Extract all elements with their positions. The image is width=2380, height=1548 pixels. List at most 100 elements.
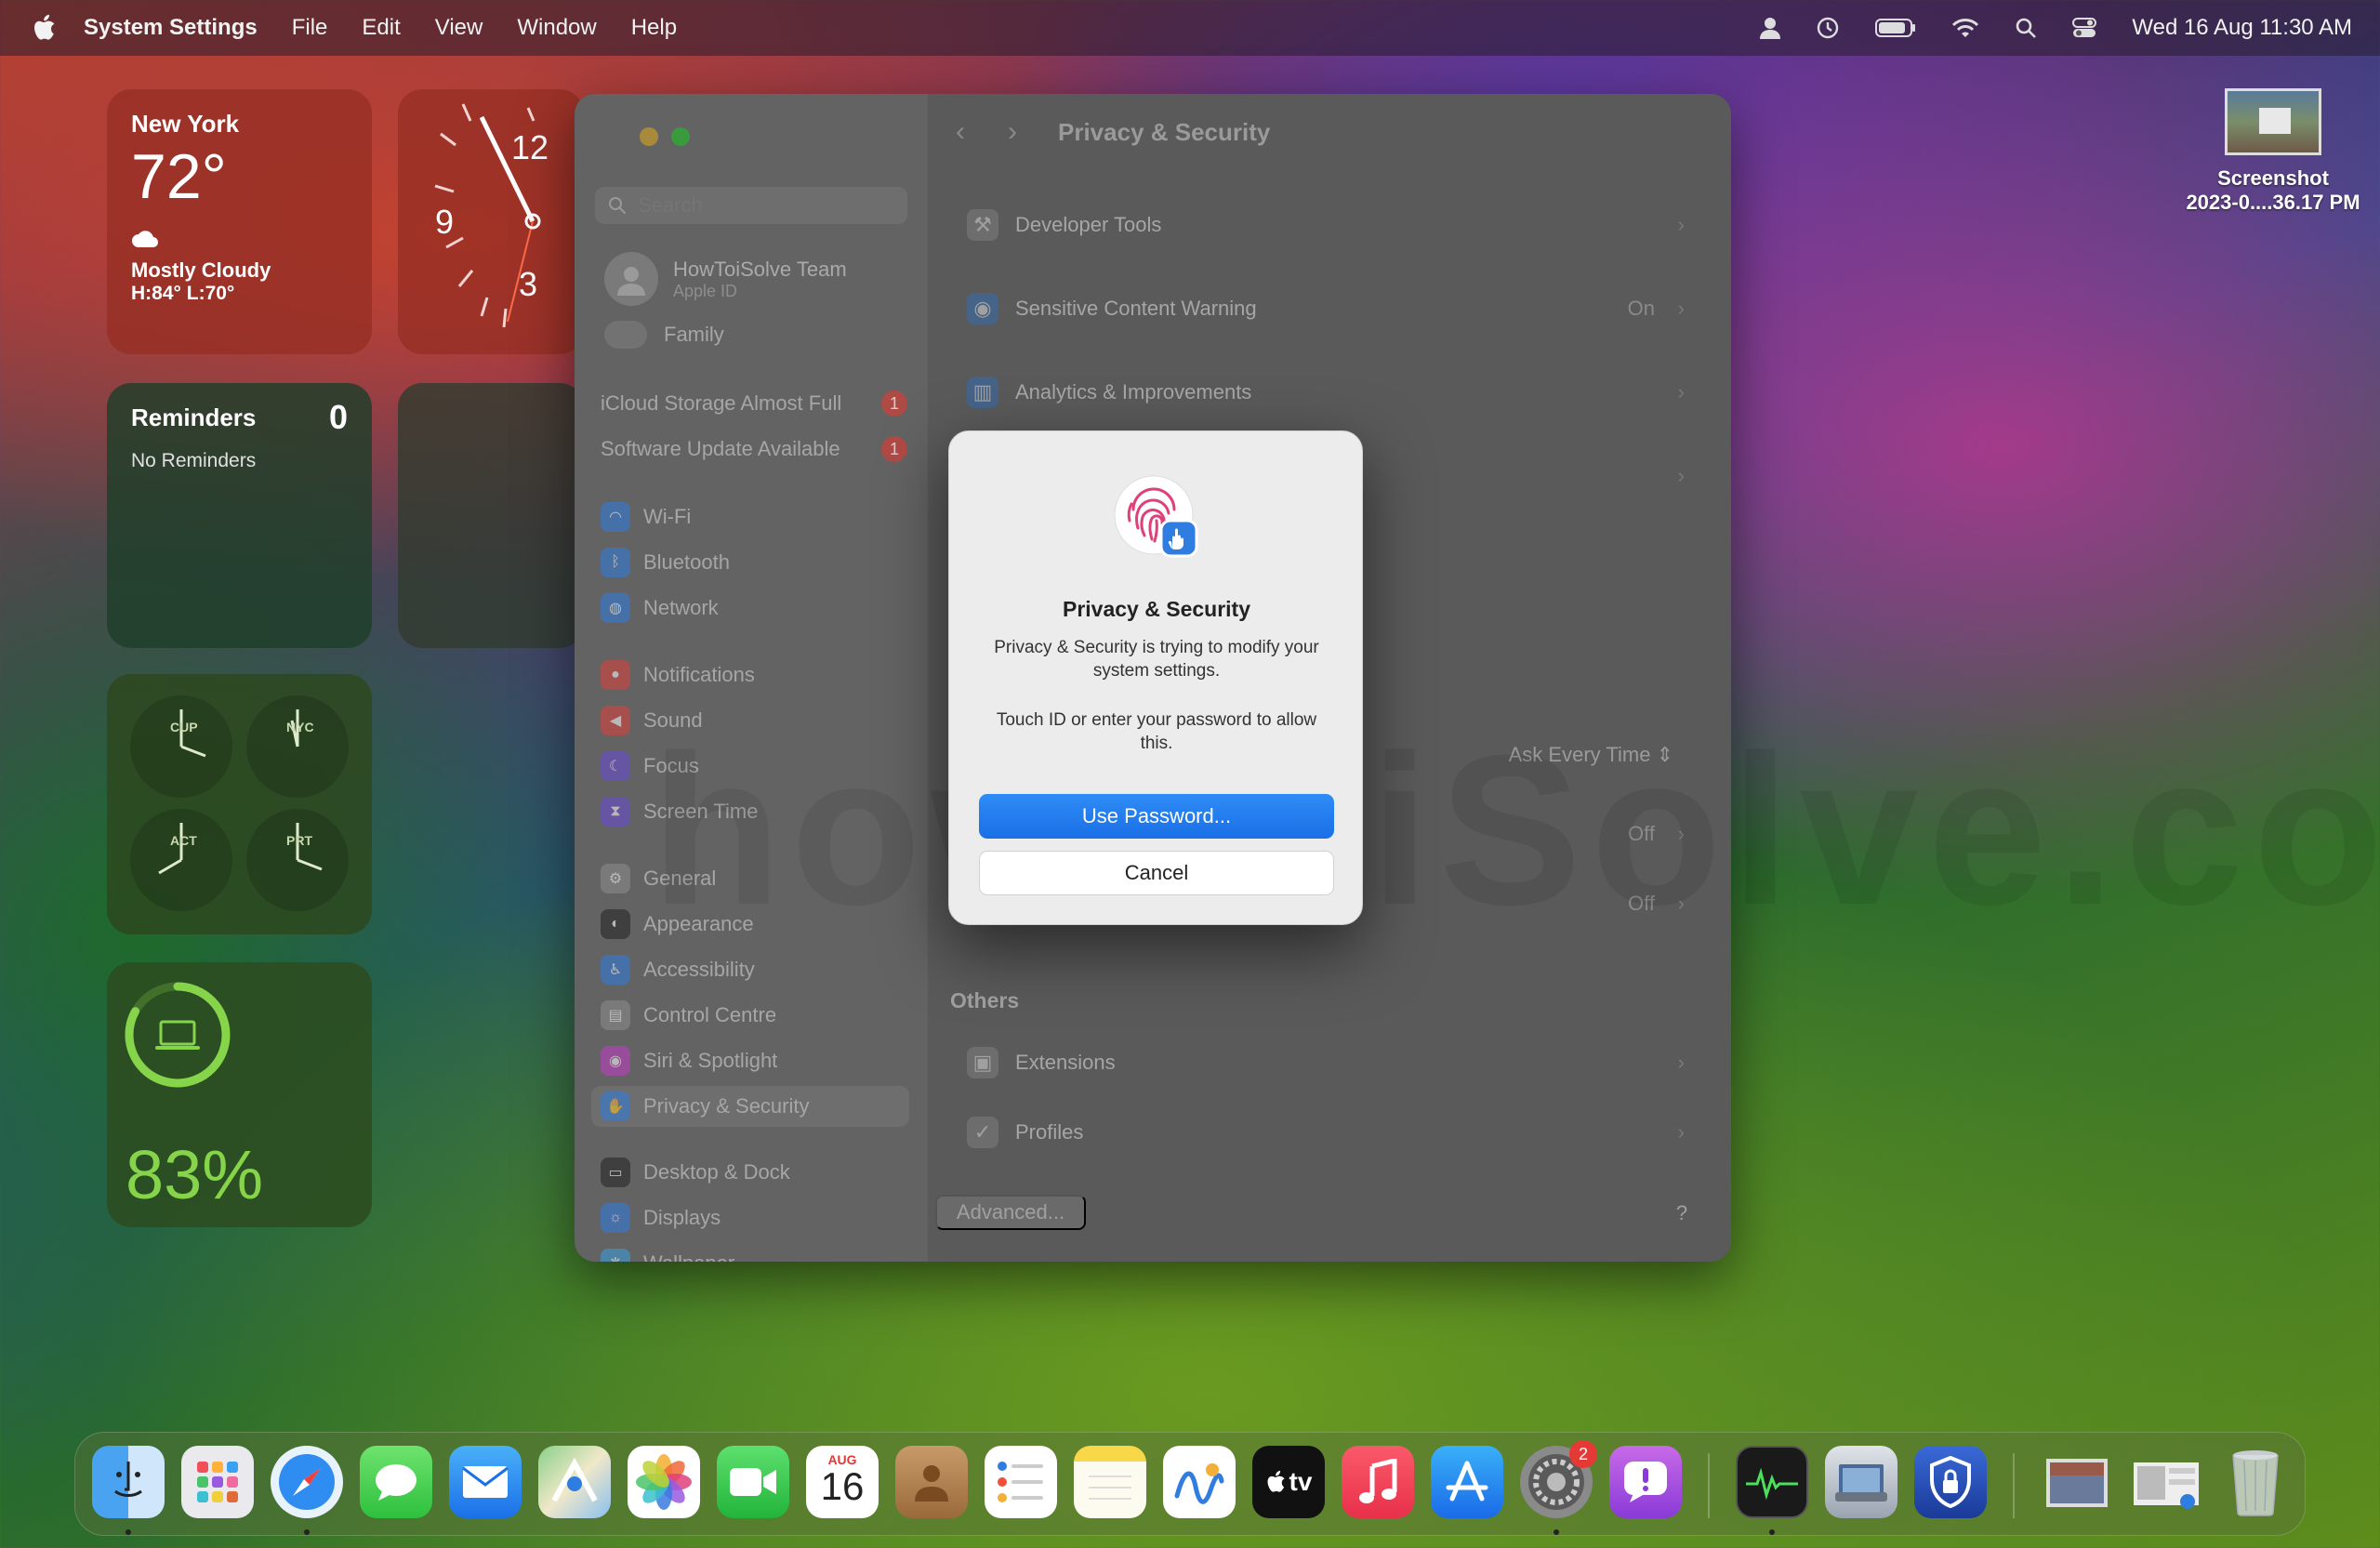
row-developer-tools[interactable]: ⚒ Developer Tools ›: [948, 192, 1711, 258]
row-profiles[interactable]: ✓ Profiles ›: [948, 1100, 1711, 1165]
zoom-button[interactable]: [671, 127, 690, 146]
analog-clock-face: 12 9 3: [434, 103, 549, 328]
menu-help[interactable]: Help: [631, 15, 677, 41]
advanced-button[interactable]: Advanced...: [935, 1195, 1086, 1230]
facetime-icon[interactable]: [717, 1446, 789, 1518]
family-label: Family: [664, 323, 724, 346]
gear-icon: ⚙: [601, 864, 630, 893]
running-indicator: [1554, 1529, 1559, 1535]
search-input[interactable]: [638, 193, 898, 218]
launchpad-icon[interactable]: [181, 1446, 254, 1518]
use-password-button[interactable]: Use Password...: [979, 794, 1334, 839]
row-extensions[interactable]: ▣ Extensions ›: [948, 1030, 1711, 1095]
alert-label: Software Update Available: [601, 437, 840, 460]
battery-widget[interactable]: 83%: [107, 962, 372, 1227]
alert-software-update[interactable]: Software Update Available 1: [601, 436, 907, 462]
chevron-right-icon: ›: [1677, 1120, 1685, 1144]
row-analytics[interactable]: ▥ Analytics & Improvements ›: [948, 360, 1711, 425]
sidebar-item-family[interactable]: Family: [604, 321, 724, 349]
reminders-icon[interactable]: [985, 1446, 1057, 1518]
sidebar-search[interactable]: [595, 187, 907, 224]
back-chevron-icon[interactable]: ‹: [956, 116, 965, 148]
sidebar-item-wifi[interactable]: ◠ Wi-Fi: [601, 496, 907, 537]
weather-hilo: H:84° L:70°: [131, 283, 235, 304]
cloud-icon: [131, 230, 348, 253]
cancel-button[interactable]: Cancel: [979, 851, 1334, 895]
finder-icon[interactable]: [92, 1446, 165, 1518]
photos-icon[interactable]: [628, 1446, 700, 1518]
file-thumbnail: [2225, 88, 2321, 155]
time-machine-icon[interactable]: [1816, 16, 1840, 40]
sidebar-item-label: Wallpaper: [643, 1251, 734, 1262]
activity-monitor-icon[interactable]: [1736, 1446, 1808, 1518]
control-centre-icon[interactable]: [2072, 17, 2097, 39]
alert-icloud-storage[interactable]: iCloud Storage Almost Full 1: [601, 390, 907, 417]
menu-file[interactable]: File: [292, 15, 328, 41]
sidebar-item-wallpaper[interactable]: ❋ Wallpaper: [601, 1243, 907, 1262]
wifi-icon[interactable]: [1951, 17, 1979, 39]
menubar-clock[interactable]: Wed 16 Aug 11:30 AM: [2132, 15, 2352, 41]
feedback-assistant-icon[interactable]: [1609, 1446, 1682, 1518]
weather-city: New York: [131, 110, 240, 138]
world-clock-widget[interactable]: CUP NYC ACT PRT: [107, 674, 372, 934]
sidebar-item-bluetooth[interactable]: ᛒ Bluetooth: [601, 542, 907, 583]
dock-icon: ▭: [601, 1158, 630, 1187]
siri-icon: ◉: [601, 1046, 630, 1076]
menu-window[interactable]: Window: [517, 15, 596, 41]
spotlight-search-icon[interactable]: [2015, 17, 2037, 39]
safari-icon[interactable]: [271, 1446, 343, 1518]
sidebar-item-label: Notifications: [643, 663, 755, 686]
minimize-button[interactable]: [640, 127, 658, 146]
sidebar-item-desktop-dock[interactable]: ▭ Desktop & Dock: [601, 1152, 907, 1193]
row-value: On: [1627, 297, 1655, 320]
help-button[interactable]: ?: [1666, 1197, 1698, 1229]
apple-id-account[interactable]: HowToiSolve Team Apple ID: [604, 252, 847, 306]
world-clock-city-4: PRT: [286, 833, 312, 848]
dock-separator: [1708, 1453, 1710, 1518]
shield-lock-icon[interactable]: [1914, 1446, 1987, 1518]
sidebar-item-displays[interactable]: ☼ Displays: [601, 1197, 907, 1238]
freeform-icon[interactable]: [1163, 1446, 1236, 1518]
clock-numeral-12: 12: [511, 128, 549, 166]
row-label: Analytics & Improvements: [1015, 380, 1252, 404]
apple-tv-icon[interactable]: tv: [1252, 1446, 1325, 1518]
maps-icon[interactable]: [538, 1446, 611, 1518]
reminders-widget[interactable]: Reminders 0 No Reminders: [107, 383, 372, 648]
wifi-icon: ◠: [601, 502, 630, 532]
checkmark-seal-icon: ✓: [967, 1117, 998, 1148]
apple-menu-icon[interactable]: [32, 14, 56, 42]
stack-2-icon[interactable]: [2130, 1446, 2202, 1518]
stack-1-icon[interactable]: [2041, 1446, 2113, 1518]
sidebar-item-network[interactable]: ◍ Network: [601, 588, 907, 628]
sidebar-item-notifications[interactable]: ● Notifications: [601, 655, 907, 695]
music-icon[interactable]: [1342, 1446, 1414, 1518]
avatar: [604, 252, 658, 306]
menu-app-name[interactable]: System Settings: [84, 15, 258, 41]
clock-widget[interactable]: 12 9 3: [398, 89, 584, 354]
calendar-icon[interactable]: AUG 16: [806, 1446, 879, 1518]
desktop-screenshot-file[interactable]: Screenshot 2023-0....36.17 PM: [2175, 88, 2371, 215]
dock: AUG 16 tv 2: [74, 1432, 2306, 1536]
preview-icon[interactable]: [1825, 1446, 1897, 1518]
sidebar-item-label: Network: [643, 596, 719, 619]
reminders-count: 0: [328, 398, 348, 436]
sidebar-item-siri-spotlight[interactable]: ◉ Siri & Spotlight: [601, 1040, 907, 1081]
menu-edit[interactable]: Edit: [362, 15, 400, 41]
clock-numeral-9: 9: [435, 203, 454, 241]
sidebar-item-accessibility[interactable]: ♿ Accessibility: [601, 949, 907, 990]
menu-view[interactable]: View: [435, 15, 483, 41]
family-icon: [604, 321, 647, 349]
sidebar-item-privacy-security[interactable]: ✋ Privacy & Security: [591, 1086, 909, 1127]
user-icon[interactable]: [1760, 17, 1781, 39]
battery-icon[interactable]: [1875, 18, 1916, 38]
mail-icon[interactable]: [449, 1446, 522, 1518]
row-sensitive-content[interactable]: ◉ Sensitive Content Warning On ›: [948, 276, 1711, 341]
forward-chevron-icon[interactable]: ›: [1008, 116, 1017, 148]
app-store-icon[interactable]: [1431, 1446, 1503, 1518]
notes-icon[interactable]: [1074, 1446, 1146, 1518]
weather-widget[interactable]: New York 72° Mostly Cloudy H:84° L:70°: [107, 89, 372, 354]
contacts-icon[interactable]: [895, 1446, 968, 1518]
trash-icon[interactable]: [2219, 1446, 2292, 1518]
messages-icon[interactable]: [360, 1446, 432, 1518]
sidebar-item-control-centre[interactable]: ▤ Control Centre: [601, 995, 907, 1036]
